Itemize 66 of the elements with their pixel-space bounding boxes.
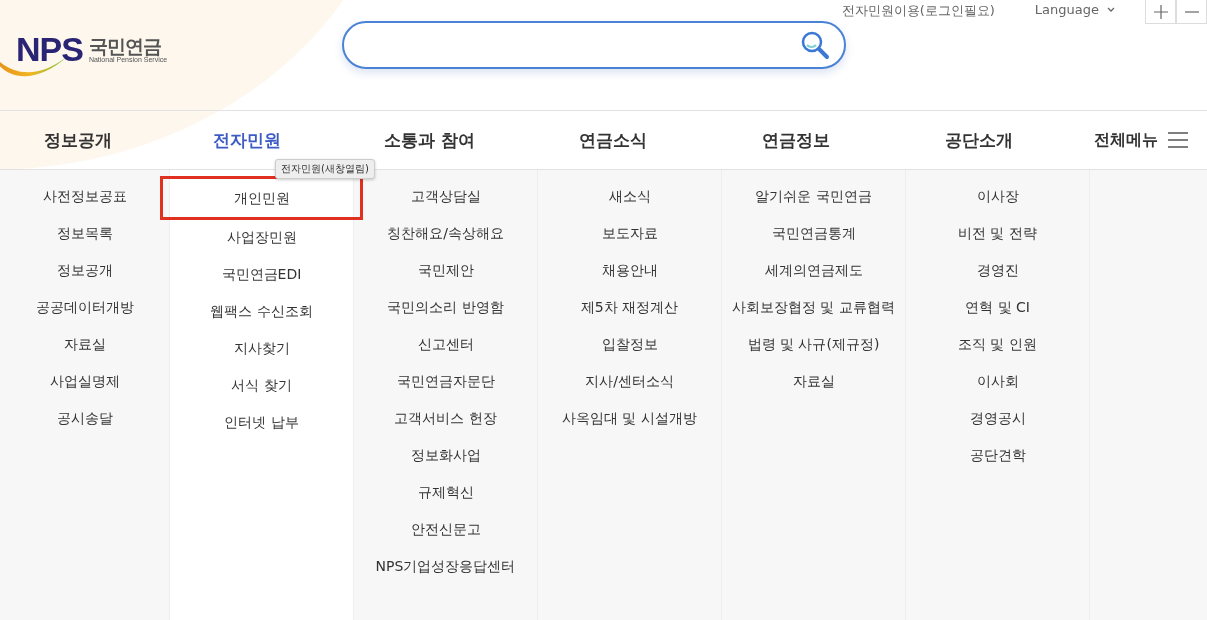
menu-item[interactable]: 국민연금EDI	[221, 260, 302, 288]
menu-item[interactable]: 이사회	[976, 367, 1019, 395]
nav-tab[interactable]: 연금정보	[761, 128, 830, 152]
menu-item[interactable]: 국민제안	[417, 256, 474, 284]
menu-item[interactable]: 자료실	[63, 330, 106, 358]
menu-item[interactable]: 사업실명제	[49, 367, 120, 395]
menu-item[interactable]: 칭찬해요/속상해요	[387, 219, 504, 247]
zoom-in-button[interactable]	[1145, 0, 1176, 24]
menu-item[interactable]: 지사/센터소식	[585, 367, 674, 395]
menu-item[interactable]: NPS기업성장응답센터	[375, 552, 516, 580]
menu-item[interactable]: 사회보장협정 및 교류협력	[732, 293, 895, 321]
all-menu-button[interactable]: 전체메뉴	[1094, 129, 1188, 151]
menu-item[interactable]: 지사찾기	[233, 334, 290, 362]
search-icon	[800, 30, 830, 60]
menu-item[interactable]: 법령 및 사규(제규정)	[747, 330, 880, 358]
menu-item[interactable]: 국민연금통계	[771, 219, 856, 247]
menu-item[interactable]: 경영공시	[969, 404, 1026, 432]
menu-item[interactable]: 자료실	[792, 367, 835, 395]
menu-item[interactable]: 공단견학	[969, 441, 1026, 469]
menu-item[interactable]: 경영진	[976, 256, 1019, 284]
menu-item[interactable]: 안전신문고	[410, 515, 481, 543]
search-field[interactable]	[342, 21, 846, 69]
nav-tab[interactable]: 전자민원	[212, 128, 281, 152]
nav-tab[interactable]: 소통과 참여	[384, 128, 475, 152]
menu-item[interactable]: 고객서비스 헌장	[394, 404, 497, 432]
nav-tab[interactable]: 정보공개	[43, 128, 112, 152]
nav-tab[interactable]: 공단소개	[944, 128, 1013, 152]
menu-item[interactable]: 사옥임대 및 시설개방	[562, 404, 697, 432]
minus-icon	[1184, 10, 1199, 13]
menu-icon	[1168, 132, 1188, 148]
menu-item[interactable]: 서식 찾기	[231, 371, 292, 399]
menu-item[interactable]: 개인민원	[160, 176, 363, 220]
menu-item[interactable]: 조직 및 인원	[958, 330, 1037, 358]
menu-item[interactable]: 입찰정보	[601, 330, 658, 358]
civil-service-link[interactable]: 전자민원이용(로그인필요)	[841, 0, 995, 22]
menu-item[interactable]: 비전 및 전략	[958, 219, 1037, 247]
menu-item[interactable]: 정보목록	[56, 219, 113, 247]
zoom-out-button[interactable]	[1176, 0, 1207, 24]
language-dropdown[interactable]: Language	[1034, 0, 1115, 19]
menu-item[interactable]: 새소식	[608, 182, 651, 210]
menu-item[interactable]: 보도자료	[601, 219, 658, 247]
menu-item[interactable]: 이사장	[976, 182, 1019, 210]
plus-icon	[1153, 4, 1168, 19]
menu-item[interactable]: 신고센터	[417, 330, 474, 358]
nav-tab[interactable]: 연금소식	[578, 128, 647, 152]
menu-item[interactable]: 사업장민원	[226, 223, 297, 251]
menu-item[interactable]: 국민연금자문단	[396, 367, 495, 395]
menu-item[interactable]: 연혁 및 CI	[965, 293, 1030, 321]
chevron-down-icon	[1107, 6, 1115, 13]
menu-item[interactable]: 알기쉬운 국민연금	[755, 182, 872, 210]
menu-item[interactable]: 세계의연금제도	[764, 256, 863, 284]
logo-mark: NPS	[16, 30, 83, 69]
menu-item[interactable]: 국민의소리 반영함	[387, 293, 504, 321]
menu-item[interactable]: 제5차 재정계산	[580, 293, 679, 321]
menu-item[interactable]: 인터넷 납부	[224, 408, 299, 436]
menu-item[interactable]: 사전정보공표	[42, 182, 127, 210]
menu-item[interactable]: 채용안내	[601, 256, 658, 284]
menu-item[interactable]: 공시송달	[56, 404, 113, 432]
menu-item[interactable]: 정보화사업	[410, 441, 481, 469]
logo-name: 국민연금	[88, 35, 161, 57]
tooltip: 전자민원(새창열림)	[275, 158, 375, 179]
menu-item[interactable]: 공공데이터개방	[35, 293, 134, 321]
menu-item[interactable]: 고객상담실	[410, 182, 481, 210]
menu-item[interactable]: 웹팩스 수신조회	[210, 297, 313, 325]
menu-item[interactable]: 정보공개	[56, 256, 113, 284]
menu-item[interactable]: 규제혁신	[417, 478, 474, 506]
